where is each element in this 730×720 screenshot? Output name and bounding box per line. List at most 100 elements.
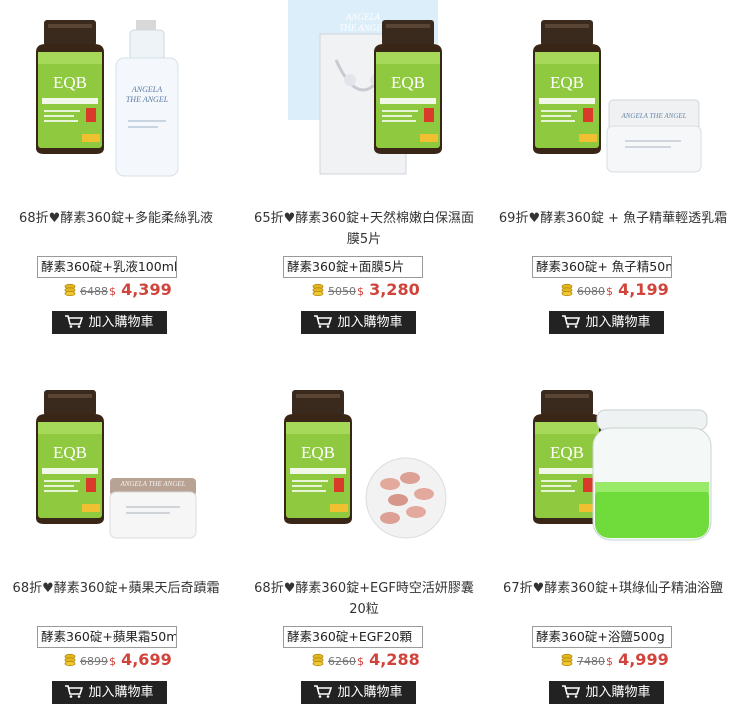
product-image-frame[interactable]: EQB ANGELA THE ANGEL [10,0,232,195]
original-price: 6080 [577,285,605,298]
add-to-cart-label: 加入購物車 [585,685,651,700]
price-row: 5050$ 3,280 [312,279,420,301]
cart-icon [562,685,581,698]
svg-text:EQB: EQB [550,443,584,462]
coin-icon [312,283,324,297]
add-to-cart-button[interactable]: 加入購物車 [301,681,416,704]
product-image-frame[interactable]: EQB ANGELA THE ANGEL [10,370,232,565]
product-title[interactable]: 68折♥酵素360錠+蘋果天后奇蹟霜 [0,578,232,599]
currency-symbol: $ [357,285,364,298]
svg-text:EQB: EQB [53,73,87,92]
product-image-frame[interactable]: EQB ANGELA THE ANGEL [507,0,729,195]
eqb-bottle: EQB [36,390,104,524]
cart-icon [562,315,581,328]
currency-symbol: $ [606,285,613,298]
product-title[interactable]: 69折♥酵素360錠 + 魚子精華輕透乳霜 [497,208,729,229]
coin-icon [64,283,76,297]
sale-price: 4,999 [618,650,669,669]
product-image[interactable]: EQB ANGELA THE ANGEL [10,0,232,195]
product-title[interactable]: 67折♥酵素360錠+琪綠仙子精油浴鹽 [497,578,729,599]
cream-jar: ANGELA THE ANGEL [606,99,702,173]
cart-icon [65,315,84,328]
coin-icon [561,653,573,667]
product-card: EQB ANGELA THE ANGEL 68折♥酵素360錠+多能柔絲乳液 酵… [0,0,240,340]
svg-text:EQB: EQB [53,443,87,462]
product-image-frame[interactable]: EQB [507,370,729,565]
add-to-cart-button[interactable]: 加入購物車 [549,681,664,704]
eqb-bottle: EQB [36,20,104,154]
product-card: EQB 67折♥酵素360錠+琪綠仙子精油浴鹽 酵素360碇+浴鹽500g 74… [497,370,730,710]
cart-icon [314,685,333,698]
coin-icon [64,653,76,667]
sale-price: 4,199 [618,280,669,299]
variant-select[interactable]: 酵素360碇+EGF20顆 [283,626,423,648]
eqb-bottle: EQB [533,20,601,154]
svg-text:EQB: EQB [391,73,425,92]
coin-icon [561,283,573,297]
variant-select[interactable]: 酵素360錠+面膜5片 [283,256,423,278]
sale-price: 4,399 [121,280,172,299]
product-card: EQB ANGELA THE ANGEL 68折♥酵素360錠+蘋果天后奇蹟霜 … [0,370,240,710]
svg-text:THE ANGEL: THE ANGEL [126,95,169,104]
product-title[interactable]: 68折♥酵素360錠+EGF時空活妍膠囊20粒 [248,578,480,620]
price-row: 6260$ 4,288 [312,649,420,671]
product-image[interactable]: ANGELA THE ANGEL EQB [258,0,480,195]
sale-price: 3,280 [369,280,420,299]
price-row: 6080$ 4,199 [561,279,669,301]
currency-symbol: $ [109,655,116,668]
original-price: 6260 [328,655,356,668]
add-to-cart-label: 加入購物車 [585,315,651,330]
product-title[interactable]: 68折♥酵素360錠+多能柔絲乳液 [0,208,232,229]
add-to-cart-button[interactable]: 加入購物車 [52,681,167,704]
variant-select[interactable]: 酵素360碇+浴鹽500g [532,626,672,648]
eqb-bottle: EQB [533,390,601,524]
svg-text:ANGELA: ANGELA [131,85,162,94]
eqb-bottle: EQB [284,390,352,524]
add-to-cart-label: 加入購物車 [88,315,154,330]
product-image-frame[interactable]: ANGELA THE ANGEL EQB [258,0,480,195]
currency-symbol: $ [357,655,364,668]
svg-text:ANGELA THE ANGEL: ANGELA THE ANGEL [620,112,686,120]
add-to-cart-button[interactable]: 加入購物車 [301,311,416,334]
cart-icon [314,315,333,328]
variant-select[interactable]: 酵素360碇+蘋果霜50ml [37,626,177,648]
product-card: ANGELA THE ANGEL EQB 65折♥酵素360錠+天然棉嫩白保濕面… [248,0,488,340]
capsule-dish [365,457,447,539]
svg-text:ANGELA: ANGELA [345,12,381,22]
original-price: 6488 [80,285,108,298]
product-title[interactable]: 65折♥酵素360錠+天然棉嫩白保濕面膜5片 [248,208,480,250]
variant-select[interactable]: 酵素360碇+乳液100ml [37,256,177,278]
sale-price: 4,699 [121,650,172,669]
product-image[interactable]: EQB ANGELA THE ANGEL [10,370,232,565]
product-image[interactable]: EQB ANGELA THE ANGEL [507,0,729,195]
sale-price: 4,288 [369,650,420,669]
lotion-bottle: ANGELA THE ANGEL [115,20,179,177]
original-price: 5050 [328,285,356,298]
add-to-cart-button[interactable]: 加入購物車 [549,311,664,334]
product-image[interactable]: EQB [507,370,729,565]
svg-text:EQB: EQB [301,443,335,462]
original-price: 6899 [80,655,108,668]
add-to-cart-label: 加入購物車 [337,685,403,700]
product-image[interactable]: EQB [258,370,480,565]
svg-text:EQB: EQB [550,73,584,92]
bath-salt-jar [592,409,712,541]
coin-icon [312,653,324,667]
product-card: EQB 68折♥酵素360錠+EGF時空活妍膠囊20粒 酵素360碇+EGF20… [248,370,488,710]
currency-symbol: $ [606,655,613,668]
variant-select[interactable]: 酵素360碇+ 魚子精50m [532,256,672,278]
add-to-cart-label: 加入購物車 [337,315,403,330]
price-row: 7480$ 4,999 [561,649,669,671]
add-to-cart-label: 加入購物車 [88,685,154,700]
svg-text:THE ANGEL: THE ANGEL [339,23,387,33]
add-to-cart-button[interactable]: 加入購物車 [52,311,167,334]
original-price: 7480 [577,655,605,668]
cart-icon [65,685,84,698]
currency-symbol: $ [109,285,116,298]
price-row: 6899$ 4,699 [64,649,172,671]
cream-jar: ANGELA THE ANGEL [109,478,197,539]
product-image-frame[interactable]: EQB [258,370,480,565]
product-card: EQB ANGELA THE ANGEL 69折♥酵素360錠 + 魚子精華輕透… [497,0,730,340]
svg-text:ANGELA THE ANGEL: ANGELA THE ANGEL [119,480,185,488]
price-row: 6488$ 4,399 [64,279,172,301]
